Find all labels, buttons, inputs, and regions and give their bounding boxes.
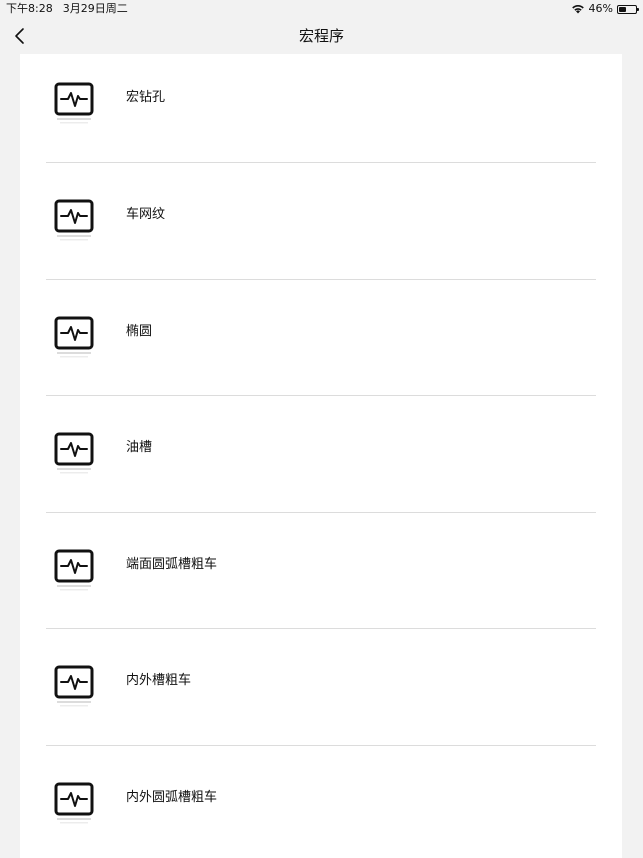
list-item[interactable]: 端面圆弧槽粗车 [46,513,596,629]
list-item-label: 内外槽粗车 [126,673,192,688]
list-item[interactable]: 椭圆 [46,280,596,396]
list-item-label: 宏钻孔 [126,90,166,105]
status-time: 下午8:28 [6,2,53,15]
monitor-pulse-icon [54,316,94,357]
monitor-pulse-icon [54,549,94,590]
nav-bar: 宏程序 [0,18,643,54]
list-item[interactable]: 宏钻孔 [46,54,596,163]
status-left: 下午8:28 3月29日周二 [6,0,138,18]
monitor-pulse-icon [54,665,94,707]
list-item-label: 端面圆弧槽粗车 [126,556,218,572]
battery-percent: 46% [588,2,613,15]
status-date: 3月29日周二 [62,2,128,15]
list-item[interactable]: 油槽 [46,396,596,513]
battery-tip [637,7,639,11]
list-item[interactable]: 内外槽粗车 [46,629,596,746]
status-right: 46% [571,0,639,18]
list-item-label: 车网纹 [126,207,166,222]
list-item[interactable]: 内外圆弧槽粗车 [46,746,596,858]
list-item[interactable]: 车网纹 [46,163,596,280]
monitor-pulse-icon [54,82,94,124]
monitor-pulse-icon [54,782,94,823]
status-bar: 下午8:28 3月29日周二 46% [0,0,643,18]
page-title: 宏程序 [298,27,344,45]
list-item-label: 油槽 [126,440,153,455]
list-item-label: 椭圆 [126,323,153,339]
wifi-icon [571,5,584,14]
battery-fill [619,6,627,12]
battery-icon [617,4,639,14]
monitor-pulse-icon [54,432,94,474]
macro-program-list: 宏钻孔 车网纹 椭圆 油槽 端面圆弧槽粗车 内外槽粗车 内外圆弧槽粗车 [20,54,622,858]
monitor-pulse-icon [54,199,94,241]
list-item-label: 内外圆弧槽粗车 [126,789,218,805]
